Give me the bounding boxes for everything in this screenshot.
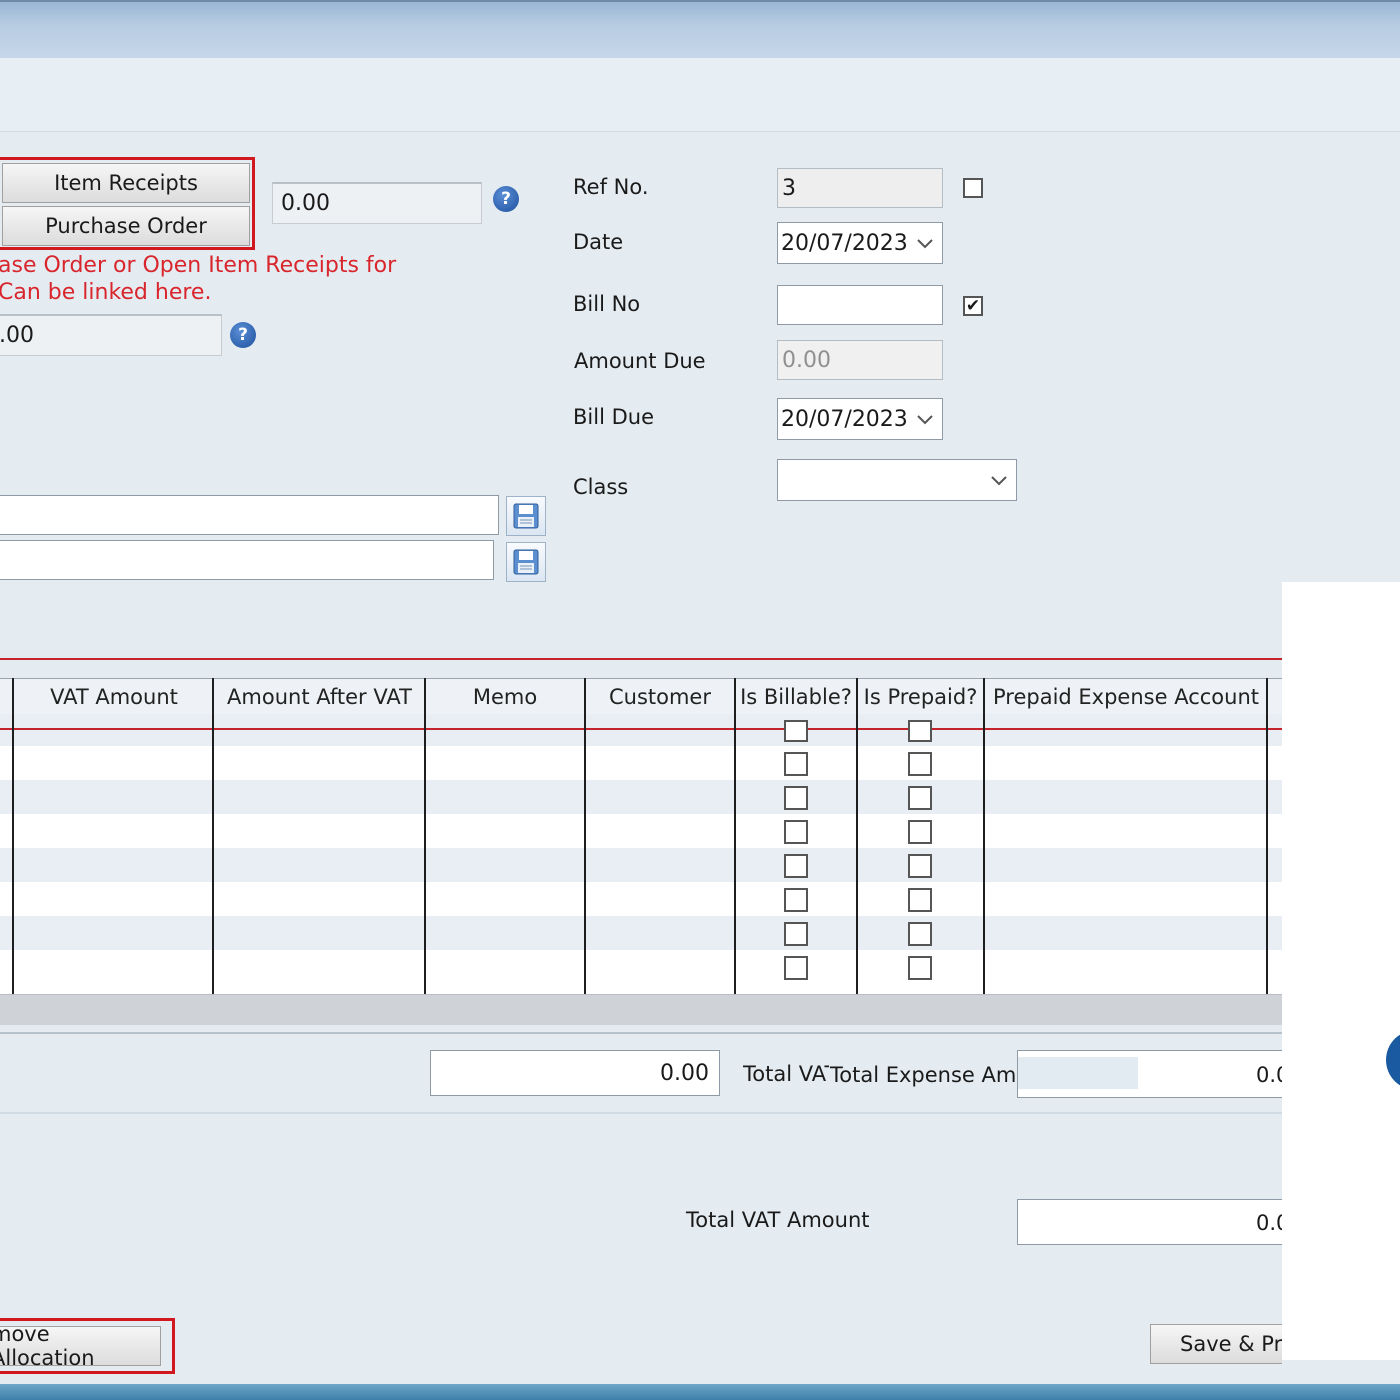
- grid-highlight-row: [0, 728, 1282, 730]
- prepaid-checkbox[interactable]: [908, 752, 932, 776]
- date-picker[interactable]: 20/07/2023: [777, 222, 943, 264]
- table-row[interactable]: [0, 882, 1282, 916]
- bill-due-picker[interactable]: 20/07/2023: [777, 398, 943, 440]
- total-vat-label: Total VAT: [743, 1062, 829, 1086]
- table-row[interactable]: [0, 714, 1282, 746]
- billable-checkbox[interactable]: [784, 786, 808, 810]
- billable-checkbox[interactable]: [784, 820, 808, 844]
- prepaid-checkbox[interactable]: [908, 786, 932, 810]
- col-header-amount-after-vat[interactable]: Amount After VAT: [214, 679, 425, 715]
- link-note-line2: Can be linked here.: [0, 280, 212, 305]
- window-title-bar: [0, 0, 1400, 60]
- chevron-down-icon: [991, 476, 1007, 486]
- billable-checkbox[interactable]: [784, 922, 808, 946]
- total-expense-field: 0.0: [1017, 1050, 1282, 1098]
- purchase-order-button[interactable]: Purchase Order: [2, 206, 250, 246]
- totals-divider: [0, 1112, 1282, 1114]
- totals-divider: [0, 1032, 1282, 1034]
- billable-checkbox[interactable]: [784, 888, 808, 912]
- help-icon[interactable]: ?: [230, 322, 256, 348]
- linked-amount-value: 0.00: [281, 191, 330, 216]
- prepaid-checkbox[interactable]: [908, 720, 932, 742]
- amount-due-field: 0.00: [777, 340, 943, 380]
- table-row[interactable]: [0, 950, 1282, 994]
- total-vat-amount-value: 0.0: [1256, 1211, 1282, 1235]
- amount-due-value: 0.00: [782, 347, 831, 373]
- col-header-is-billable[interactable]: Is Billable?: [735, 679, 857, 715]
- table-row[interactable]: [0, 780, 1282, 814]
- col-header-memo[interactable]: Memo: [425, 679, 585, 715]
- col-header-is-prepaid[interactable]: Is Prepaid?: [857, 679, 984, 715]
- bill-no-field[interactable]: [777, 285, 943, 325]
- column-divider: [12, 678, 14, 994]
- ref-no-checkbox[interactable]: [963, 178, 983, 198]
- item-receipts-button[interactable]: Item Receipts: [2, 163, 250, 203]
- billable-checkbox[interactable]: [784, 956, 808, 980]
- grid-header: VAT Amount Amount After VAT Memo Custome…: [0, 678, 1282, 716]
- date-value: 20/07/2023: [781, 230, 908, 256]
- prepaid-checkbox[interactable]: [908, 922, 932, 946]
- chevron-down-icon: [917, 415, 933, 425]
- column-divider: [983, 678, 985, 994]
- remove-allocation-button[interactable]: move Allocation: [0, 1322, 161, 1370]
- bill-no-checkbox[interactable]: ✔: [963, 296, 983, 316]
- billable-checkbox[interactable]: [784, 752, 808, 776]
- total-expense-value: 0.0: [1256, 1063, 1282, 1087]
- checkbox-icon: ✔: [965, 295, 981, 316]
- total-vat-field: 0.00: [430, 1050, 720, 1096]
- prepaid-checkbox[interactable]: [908, 820, 932, 844]
- remove-allocation-label: move Allocation: [0, 1322, 95, 1370]
- column-divider: [584, 678, 586, 994]
- column-divider: [734, 678, 736, 994]
- class-dropdown[interactable]: [777, 459, 1017, 501]
- column-divider: [212, 678, 214, 994]
- table-row[interactable]: [0, 814, 1282, 848]
- linked-amount-field[interactable]: 0.00: [272, 182, 482, 224]
- toolbar-band: [0, 58, 1400, 132]
- total-vat-amount-field: 0.0: [1017, 1199, 1282, 1245]
- table-row[interactable]: [0, 916, 1282, 950]
- link-note-line1: ase Order or Open Item Receipts for: [0, 253, 397, 278]
- total-vat-amount-label: Total VAT Amount: [686, 1208, 870, 1232]
- save-print-label: Save & Prin: [1180, 1332, 1282, 1356]
- save-icon[interactable]: [506, 496, 546, 536]
- date-label: Date: [573, 230, 624, 254]
- side-panel: [1282, 582, 1400, 1360]
- second-amount-field[interactable]: .00: [0, 314, 222, 356]
- text-field-2[interactable]: [0, 540, 494, 580]
- column-divider: [856, 678, 858, 994]
- bill-due-value: 20/07/2023: [781, 406, 908, 432]
- ref-no-field[interactable]: 3: [777, 168, 943, 208]
- amount-due-label: Amount Due: [574, 349, 706, 373]
- column-divider: [424, 678, 426, 994]
- ref-no-value: 3: [782, 175, 796, 201]
- prepaid-checkbox[interactable]: [908, 854, 932, 878]
- prepaid-checkbox[interactable]: [908, 956, 932, 980]
- col-header-vat-amount[interactable]: VAT Amount: [14, 679, 214, 715]
- class-label: Class: [573, 475, 629, 499]
- total-vat-field-value: 0.00: [660, 1060, 709, 1086]
- save-print-button[interactable]: Save & Prin: [1150, 1324, 1282, 1364]
- table-row[interactable]: [0, 848, 1282, 882]
- prepaid-checkbox[interactable]: [908, 888, 932, 912]
- second-amount-value: .00: [0, 323, 34, 348]
- grid-horizontal-scrollbar[interactable]: [0, 994, 1282, 1025]
- total-expense-field-shade: [1018, 1057, 1138, 1089]
- text-field-1[interactable]: [0, 495, 499, 535]
- bill-no-label: Bill No: [573, 292, 641, 316]
- taskbar-edge: [0, 1384, 1400, 1400]
- billable-checkbox[interactable]: [784, 854, 808, 878]
- ref-no-label: Ref No.: [573, 175, 649, 199]
- col-header-customer[interactable]: Customer: [585, 679, 735, 715]
- table-row[interactable]: [0, 746, 1282, 780]
- bill-due-label: Bill Due: [573, 405, 654, 429]
- help-icon[interactable]: ?: [493, 186, 519, 212]
- save-icon[interactable]: [506, 542, 546, 582]
- column-divider: [1266, 678, 1268, 994]
- billable-checkbox[interactable]: [784, 720, 808, 742]
- grid-highlight-top: [0, 658, 1282, 660]
- chevron-down-icon: [917, 239, 933, 249]
- col-header-prepaid-expense-account[interactable]: Prepaid Expense Account: [984, 679, 1268, 715]
